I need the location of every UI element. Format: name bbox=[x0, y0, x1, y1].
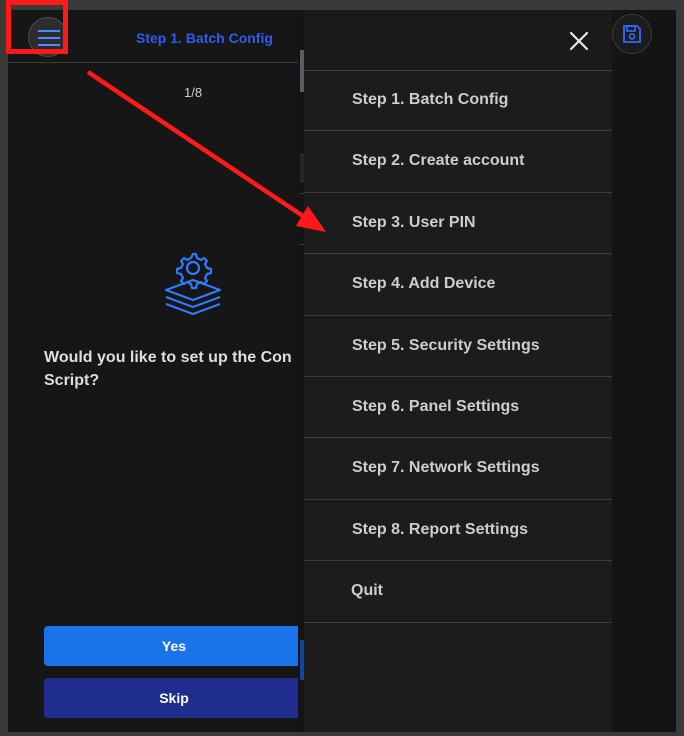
save-button[interactable] bbox=[612, 14, 652, 54]
save-icon bbox=[623, 25, 641, 43]
close-icon[interactable] bbox=[568, 30, 590, 52]
drawer-item-network-settings[interactable]: Step 7. Network Settings bbox=[304, 438, 612, 500]
yes-button[interactable]: Yes bbox=[44, 626, 298, 666]
drawer-menu: Step 1. Batch Config Step 2. Create acco… bbox=[304, 70, 612, 623]
frame-edge bbox=[676, 0, 684, 736]
drawer-item-create-account[interactable]: Step 2. Create account bbox=[304, 131, 612, 193]
setup-question-line1: Would you like to set up the Con bbox=[44, 349, 292, 366]
drawer-item-user-pin[interactable]: Step 3. User PIN bbox=[304, 193, 612, 255]
drawer-item-security-settings[interactable]: Step 5. Security Settings bbox=[304, 316, 612, 377]
batch-config-page: Step 1. Batch Config 1/8 Would you like … bbox=[8, 10, 298, 732]
drawer-item-batch-config[interactable]: Step 1. Batch Config bbox=[304, 70, 612, 132]
drawer-item-add-device[interactable]: Step 4. Add Device bbox=[304, 254, 612, 316]
page-title: Step 1. Batch Config bbox=[136, 30, 273, 46]
skip-button[interactable]: Skip bbox=[44, 678, 298, 718]
setup-question-line2: Script? bbox=[44, 372, 100, 389]
drawer-item-quit[interactable]: Quit bbox=[304, 561, 612, 623]
drawer-item-panel-settings[interactable]: Step 6. Panel Settings bbox=[304, 377, 612, 439]
drawer-item-report-settings[interactable]: Step 8. Report Settings bbox=[304, 500, 612, 562]
batch-config-icon bbox=[164, 252, 222, 316]
menu-highlight-box bbox=[6, 0, 68, 54]
setup-question: Would you like to set up the Con Script? bbox=[44, 346, 294, 392]
navigation-drawer: Step 1. Batch Config Step 2. Create acco… bbox=[304, 10, 612, 732]
drawer-header bbox=[304, 10, 612, 71]
step-pager: 1/8 bbox=[184, 85, 203, 100]
